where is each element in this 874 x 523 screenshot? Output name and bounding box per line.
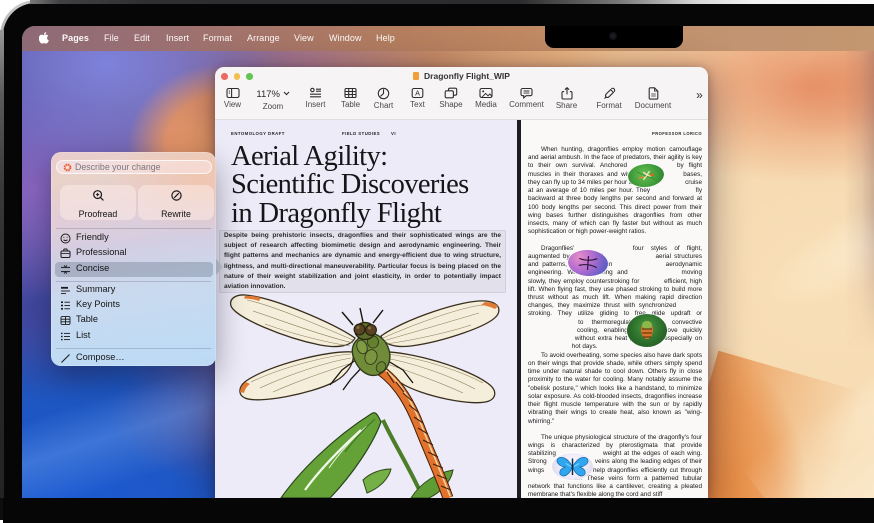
svg-text:A: A [415,88,420,97]
